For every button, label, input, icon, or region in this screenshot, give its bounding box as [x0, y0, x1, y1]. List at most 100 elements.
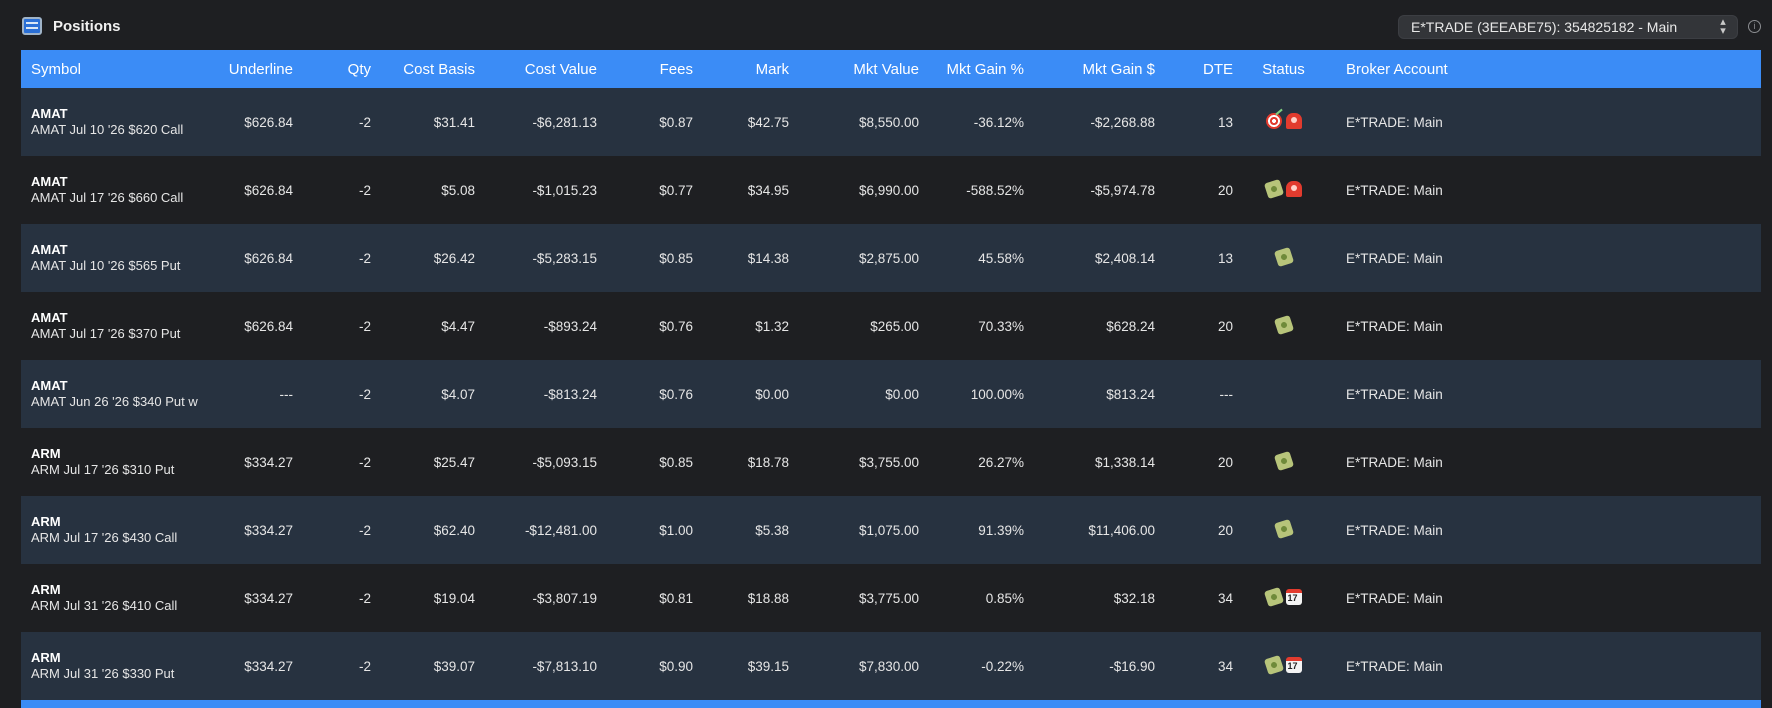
cell-dte: 20: [1165, 156, 1243, 224]
cell-mkt-value: $3,775.00: [799, 564, 929, 632]
cell-mkt-gain-pct: 45.58%: [929, 224, 1034, 292]
column-header-mkt-value[interactable]: Mkt Value: [799, 50, 929, 88]
column-header-mkt-gain-usd[interactable]: Mkt Gain $: [1034, 50, 1165, 88]
calendar-icon: [1285, 656, 1302, 673]
table-row[interactable]: ARM ARM Jul 31 '26 $410 Call $334.27 -2 $19.…: [21, 564, 1761, 632]
cell-underline: $626.84: [201, 292, 303, 360]
cell-mkt-gain-usd: $2,408.14: [1034, 224, 1165, 292]
cell-mark: $34.95: [703, 156, 799, 224]
cell-status: [1243, 88, 1324, 156]
status-icons: [1273, 450, 1294, 471]
cell-dte: ---: [1165, 360, 1243, 428]
cell-cost-value: -$893.24: [485, 292, 607, 360]
symbol-ticker: AMAT: [31, 310, 68, 325]
cell-cost-value: -$5,283.15: [485, 224, 607, 292]
cell-status: [1243, 292, 1324, 360]
cell-symbol: AMAT AMAT Jul 17 '26 $370 Put: [21, 292, 201, 360]
cell-cost-value: -$1,015.23: [485, 156, 607, 224]
status-icons: [1265, 112, 1302, 129]
column-header-qty[interactable]: Qty: [303, 50, 381, 88]
money-with-wings-icon: [1263, 178, 1284, 199]
cell-cost-value: -$6,281.13: [485, 88, 607, 156]
symbol-ticker: ARM: [31, 446, 61, 461]
cell-cost-value: -$7,813.10: [485, 632, 607, 700]
cell-qty: -2: [303, 564, 381, 632]
cell-mkt-gain-pct: 26.27%: [929, 428, 1034, 496]
cell-cost-basis: $62.40: [381, 496, 485, 564]
table-row[interactable]: AMAT AMAT Jun 26 '26 $340 Put w --- -2 $4.07…: [21, 360, 1761, 428]
table-row[interactable]: AMAT AMAT Jul 10 '26 $620 Call $626.84 -2 $3…: [21, 88, 1761, 156]
cell-status: [1243, 224, 1324, 292]
column-header-status[interactable]: Status: [1243, 50, 1324, 88]
cell-fees: $0.87: [607, 88, 703, 156]
symbol-description: ARM Jul 17 '26 $430 Call: [31, 530, 178, 545]
info-icon[interactable]: i: [1748, 20, 1761, 33]
column-header-fees[interactable]: Fees: [607, 50, 703, 88]
cell-underline: $334.27: [201, 632, 303, 700]
table-row[interactable]: ARM ARM Jul 17 '26 $310 Put $334.27 -2 $25.4…: [21, 428, 1761, 496]
cell-broker-account: E*TRADE: Main: [1324, 88, 1761, 156]
cell-mkt-gain-pct: 0.85%: [929, 564, 1034, 632]
table-row[interactable]: ARM ARM Jul 31 '26 $330 Put $334.27 -2 $39.0…: [21, 632, 1761, 700]
symbol-description: AMAT Jul 10 '26 $620 Call: [31, 122, 184, 137]
symbol-ticker: AMAT: [31, 242, 68, 257]
table-row[interactable]: ARM ARM Jul 17 '26 $430 Call $334.27 -2 $62.…: [21, 496, 1761, 564]
cell-qty: -2: [303, 632, 381, 700]
dart-target-icon: [1265, 112, 1282, 129]
cell-dte: 20: [1165, 496, 1243, 564]
cell-fees: $0.77: [607, 156, 703, 224]
cell-fees: $0.85: [607, 428, 703, 496]
cell-symbol: ARM ARM Jul 31 '26 $330 Put: [21, 632, 201, 700]
table-row[interactable]: AMAT AMAT Jul 17 '26 $370 Put $626.84 -2 $4.…: [21, 292, 1761, 360]
account-select[interactable]: E*TRADE (3EEABE75): 354825182 - Main ▴ ▾: [1398, 15, 1738, 39]
symbol-description: AMAT Jun 26 '26 $340 Put w: [31, 394, 198, 409]
symbol-ticker: AMAT: [31, 174, 68, 189]
table-footer-bar: [21, 700, 1761, 708]
cell-dte: 13: [1165, 224, 1243, 292]
cell-cost-value: -$3,807.19: [485, 564, 607, 632]
status-icons: [1273, 518, 1294, 539]
cell-underline: $334.27: [201, 496, 303, 564]
cell-cost-value: -$813.24: [485, 360, 607, 428]
money-with-wings-icon: [1273, 314, 1294, 335]
symbol-ticker: ARM: [31, 582, 61, 597]
cell-mark: $42.75: [703, 88, 799, 156]
table-row[interactable]: AMAT AMAT Jul 10 '26 $565 Put $626.84 -2 $26…: [21, 224, 1761, 292]
cell-mkt-gain-usd: $813.24: [1034, 360, 1165, 428]
cell-mkt-value: $1,075.00: [799, 496, 929, 564]
cell-mark: $18.88: [703, 564, 799, 632]
money-with-wings-icon: [1273, 246, 1294, 267]
cell-fees: $0.76: [607, 360, 703, 428]
cell-qty: -2: [303, 292, 381, 360]
column-header-mkt-gain-pct[interactable]: Mkt Gain %: [929, 50, 1034, 88]
column-header-symbol[interactable]: Symbol: [21, 50, 201, 88]
cell-broker-account: E*TRADE: Main: [1324, 564, 1761, 632]
column-header-broker-account[interactable]: Broker Account: [1324, 50, 1761, 88]
symbol-description: AMAT Jul 17 '26 $370 Put: [31, 326, 181, 341]
column-header-mark[interactable]: Mark: [703, 50, 799, 88]
cell-cost-basis: $25.47: [381, 428, 485, 496]
cell-qty: -2: [303, 496, 381, 564]
column-header-cost-basis[interactable]: Cost Basis: [381, 50, 485, 88]
column-header-underline[interactable]: Underline: [201, 50, 303, 88]
column-header-dte[interactable]: DTE: [1165, 50, 1243, 88]
alarm-light-icon: [1285, 180, 1302, 197]
status-icons: [1263, 586, 1302, 607]
account-select-value: E*TRADE (3EEABE75): 354825182 - Main: [1411, 19, 1678, 35]
cell-mark: $1.32: [703, 292, 799, 360]
table-row[interactable]: AMAT AMAT Jul 17 '26 $660 Call $626.84 -2 $5…: [21, 156, 1761, 224]
cell-symbol: AMAT AMAT Jul 10 '26 $565 Put: [21, 224, 201, 292]
cell-mkt-value: $0.00: [799, 360, 929, 428]
cell-cost-value: -$12,481.00: [485, 496, 607, 564]
cell-cost-basis: $26.42: [381, 224, 485, 292]
cell-qty: -2: [303, 360, 381, 428]
column-header-cost-value[interactable]: Cost Value: [485, 50, 607, 88]
cell-underline: $626.84: [201, 224, 303, 292]
cell-underline: $626.84: [201, 88, 303, 156]
symbol-ticker: AMAT: [31, 106, 68, 121]
cell-mkt-value: $265.00: [799, 292, 929, 360]
cell-dte: 13: [1165, 88, 1243, 156]
cell-mkt-gain-usd: -$5,974.78: [1034, 156, 1165, 224]
cell-broker-account: E*TRADE: Main: [1324, 632, 1761, 700]
cell-mark: $14.38: [703, 224, 799, 292]
